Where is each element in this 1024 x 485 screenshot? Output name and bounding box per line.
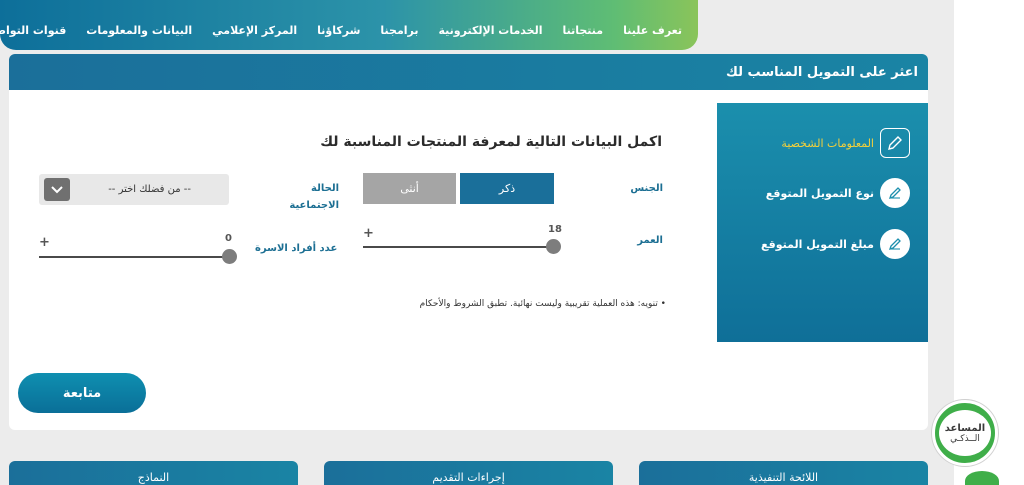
- select-placeholder: -- من فضلك اختر --: [108, 184, 191, 195]
- edit-square-icon: [880, 128, 910, 158]
- gender-male-button[interactable]: ذكر: [460, 173, 554, 204]
- chevron-down-icon: [44, 178, 70, 201]
- gender-female-button[interactable]: أنثى: [363, 173, 456, 204]
- card-header: اعثر على التمويل المناسب لك: [9, 54, 928, 90]
- nav-e-services[interactable]: الخدمات الإلكترونية: [439, 24, 543, 37]
- family-slider-handle[interactable]: [222, 249, 237, 264]
- scroll-top-button[interactable]: [965, 471, 999, 485]
- age-value: 18: [548, 224, 562, 235]
- smart-assistant-button[interactable]: المساعد الــذكـي: [932, 400, 998, 466]
- disclaimer-note: • تنويه: هذه العملية تقريبية وليست نهائي…: [419, 299, 666, 309]
- age-label: العمر: [637, 235, 663, 246]
- nav-contact-channels[interactable]: قنوات التواصل: [0, 24, 66, 37]
- nav-about[interactable]: تعرف علينا: [623, 24, 682, 37]
- plus-icon[interactable]: +: [39, 235, 50, 250]
- nav-programs[interactable]: برامجنا: [380, 24, 418, 37]
- top-navigation: تعرف علينا منتجاتنا الخدمات الإلكترونية …: [0, 0, 698, 50]
- step-label: المعلومات الشخصية: [781, 136, 874, 150]
- gender-label: الجنس: [630, 183, 663, 194]
- family-slider-track[interactable]: [39, 256, 235, 258]
- next-button[interactable]: متابعة: [18, 373, 146, 413]
- card-title: اعثر على التمويل المناسب لك: [726, 64, 918, 80]
- family-members-value: 0: [225, 233, 232, 244]
- nav-data-info[interactable]: البيانات والمعلومات: [86, 24, 192, 37]
- edit-circle-icon: [880, 229, 910, 259]
- step-label: مبلغ التمويل المتوقع: [761, 237, 874, 251]
- step-finance-type[interactable]: نوع التمويل المتوقع: [766, 178, 910, 208]
- age-slider-track[interactable]: [363, 246, 559, 248]
- finance-finder-card: اعثر على التمويل المناسب لك المعلومات ال…: [9, 54, 928, 430]
- step-personal-info[interactable]: المعلومات الشخصية: [781, 128, 910, 158]
- step-finance-amount[interactable]: مبلغ التمويل المتوقع: [761, 229, 910, 259]
- step-label: نوع التمويل المتوقع: [765, 186, 874, 200]
- form-title: اكمل البيانات التالية لمعرفة المنتجات ال…: [320, 134, 662, 150]
- tab-forms[interactable]: النماذج: [9, 461, 298, 485]
- tab-application-procedures[interactable]: إجراءات التقديم: [324, 461, 613, 485]
- plus-icon[interactable]: +: [363, 226, 374, 241]
- nav-media-center[interactable]: المركز الإعلامي: [212, 24, 297, 37]
- steps-panel: المعلومات الشخصية نوع التمويل المتوقع مب…: [717, 103, 928, 342]
- marital-status-select[interactable]: -- من فضلك اختر --: [39, 174, 229, 205]
- chat-bubble-icon: المساعد الــذكـي: [939, 410, 991, 456]
- nav-partners[interactable]: شركاؤنا: [317, 24, 360, 37]
- marital-status-label: الحالة الاجتماعية: [289, 183, 339, 211]
- tab-executive-regulations[interactable]: اللائحة التنفيذية: [639, 461, 928, 485]
- nav-products[interactable]: منتجاتنا: [562, 24, 603, 37]
- age-slider-handle[interactable]: [546, 239, 561, 254]
- edit-circle-icon: [880, 178, 910, 208]
- family-members-label: عدد أفراد الاسرة: [255, 243, 338, 254]
